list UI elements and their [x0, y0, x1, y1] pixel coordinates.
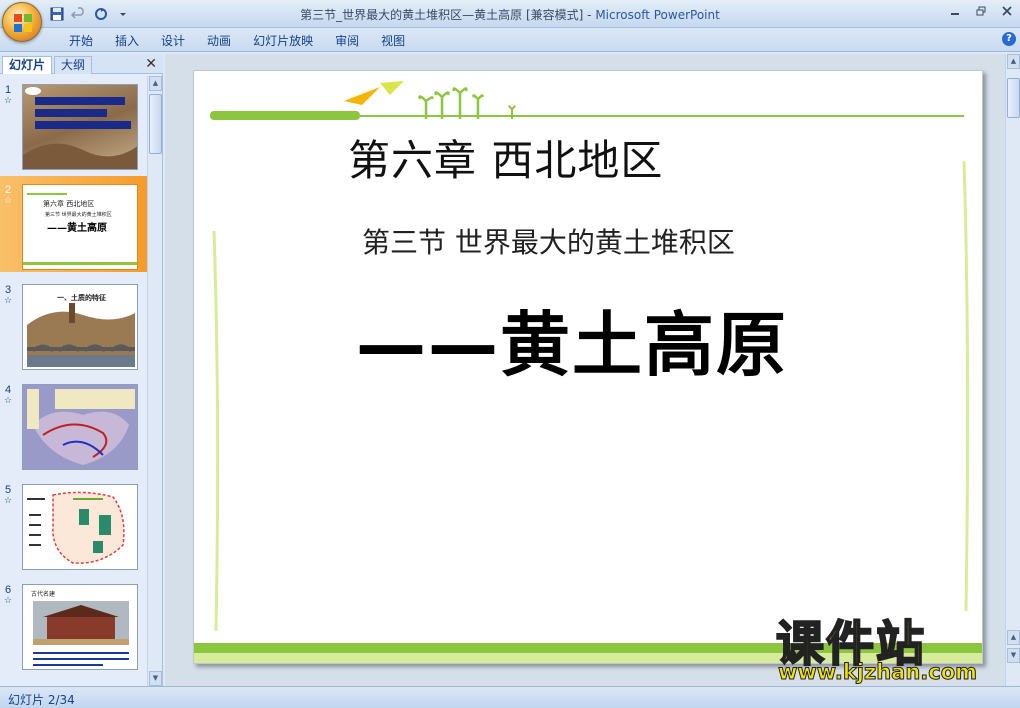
scroll-up-icon[interactable]: ▲	[1007, 54, 1020, 69]
thumbnail-row[interactable]: 1 ☆	[0, 76, 147, 172]
tab-slideshow[interactable]: 幻灯片放映	[242, 32, 324, 50]
slides-panel: 幻灯片 大纲 ✕ 1 ☆ 2 ☆ 第六章 西北地区 第三节 世界最大的黄土堆积区…	[0, 54, 163, 686]
slide-counter: 幻灯片 2/34	[8, 693, 75, 707]
window-controls	[942, 2, 1020, 20]
slide-thumbnail[interactable]	[22, 484, 138, 570]
powerpoint-window: 第三节_世界最大的黄土堆积区—黄土高原 [兼容模式] - Microsoft P…	[0, 0, 1020, 708]
slide-number: 2	[5, 184, 12, 196]
tab-home[interactable]: 开始	[58, 32, 104, 50]
slide-thumbnail[interactable]	[22, 384, 138, 470]
watermark: 课件站 www.kjzhan.com	[770, 600, 1010, 690]
minimize-icon[interactable]	[942, 2, 968, 20]
panel-scrollbar[interactable]: ▲ ▼	[147, 76, 162, 686]
title-bar: 第三节_世界最大的黄土堆积区—黄土高原 [兼容模式] - Microsoft P…	[0, 0, 1020, 28]
tab-animations[interactable]: 动画	[196, 32, 242, 50]
slide-thumbnail[interactable]: 一、土质的特征	[22, 284, 138, 370]
restore-icon[interactable]	[968, 2, 994, 20]
scroll-up-icon[interactable]: ▲	[149, 76, 162, 91]
main-title[interactable]: ——黄土高原	[356, 289, 788, 390]
thumbnail-map	[23, 385, 137, 469]
ribbon-tab-bar: 开始 插入 设计 动画 幻灯片放映 审阅 视图 ?	[0, 28, 1020, 52]
slide-number: 6	[5, 584, 12, 596]
thumbnail-row[interactable]: 5 ☆	[0, 476, 147, 572]
office-button[interactable]	[2, 2, 42, 42]
animation-star-icon: ☆	[4, 496, 13, 506]
slide-thumbnail[interactable]	[22, 84, 138, 170]
animation-star-icon: ☆	[4, 296, 13, 306]
thumbnail-row-selected[interactable]: 2 ☆ 第六章 西北地区 第三节 世界最大的黄土堆积区 ——黄土高原	[0, 176, 147, 272]
app-name: Microsoft PowerPoint	[595, 8, 720, 22]
thumbnail-image	[23, 87, 137, 169]
thumbnail-footer-line	[23, 262, 137, 265]
tab-review[interactable]: 审阅	[324, 32, 370, 50]
slide-number: 4	[5, 384, 12, 396]
tab-insert[interactable]: 插入	[104, 32, 150, 50]
slide-number: 3	[5, 284, 12, 296]
tab-view[interactable]: 视图	[370, 32, 416, 50]
current-slide[interactable]: 第六章 西北地区 第三节 世界最大的黄土堆积区 ——黄土高原	[193, 70, 983, 664]
watermark-url: www.kjzhan.com	[777, 660, 978, 685]
slide-editing-area: 第六章 西北地区 第三节 世界最大的黄土堆积区 ——黄土高原	[165, 54, 1005, 686]
thumbnail-section-text: 第三节 世界最大的黄土堆积区	[45, 212, 112, 218]
slide-thumbnail[interactable]: 古代名建	[22, 584, 138, 670]
thumbnail-row[interactable]: 3 ☆ 一、土质的特征	[0, 276, 147, 372]
thumbnail-row[interactable]: 6 ☆ 古代名建	[0, 576, 147, 672]
thumbnail-title: 一、土质的特征	[57, 294, 106, 302]
animation-star-icon: ☆	[4, 196, 13, 206]
close-window-icon[interactable]	[994, 2, 1020, 20]
slide-number: 5	[5, 484, 12, 496]
thumbnail-map	[27, 491, 125, 564]
thumbnail-chapter-text: 第六章 西北地区	[43, 200, 95, 208]
animation-star-icon: ☆	[4, 596, 13, 606]
ribbon-tabs: 开始 插入 设计 动画 幻灯片放映 审阅 视图	[58, 32, 416, 50]
scroll-down-icon[interactable]: ▼	[149, 671, 162, 686]
thumbnail-list: 1 ☆ 2 ☆ 第六章 西北地区 第三节 世界最大的黄土堆积区 ——黄土高原 3…	[0, 76, 147, 686]
thumbnail-row[interactable]: 4 ☆	[0, 376, 147, 472]
window-title: 第三节_世界最大的黄土堆积区—黄土高原 [兼容模式] - Microsoft P…	[0, 6, 1020, 23]
thumbnail-main-text: ——黄土高原	[47, 223, 107, 234]
panel-tab-strip: 幻灯片 大纲 ✕	[0, 54, 163, 74]
slide-scrollbar[interactable]: ▲ ▲ ▼	[1005, 54, 1020, 686]
animation-star-icon: ☆	[4, 396, 13, 406]
document-title: 第三节_世界最大的黄土堆积区—黄土高原 [兼容模式] -	[300, 8, 596, 22]
section-title[interactable]: 第三节 世界最大的黄土堆积区	[362, 221, 735, 261]
office-logo-icon	[14, 14, 32, 32]
close-panel-icon[interactable]: ✕	[145, 56, 157, 72]
slide-thumbnail[interactable]: 第六章 西北地区 第三节 世界最大的黄土堆积区 ——黄土高原	[22, 184, 138, 270]
tab-slides[interactable]: 幻灯片	[2, 56, 53, 74]
scrollbar-thumb[interactable]	[149, 94, 162, 154]
tab-outline[interactable]: 大纲	[54, 56, 93, 74]
help-icon[interactable]: ?	[1002, 32, 1016, 46]
thumbnail-title: 古代名建	[31, 591, 56, 598]
slide-number: 1	[5, 84, 12, 96]
chapter-title[interactable]: 第六章 西北地区	[348, 127, 663, 188]
scrollbar-thumb[interactable]	[1007, 78, 1020, 118]
thumbnail-accent-line	[27, 193, 67, 195]
tab-design[interactable]: 设计	[150, 32, 196, 50]
animation-star-icon: ☆	[4, 96, 13, 106]
